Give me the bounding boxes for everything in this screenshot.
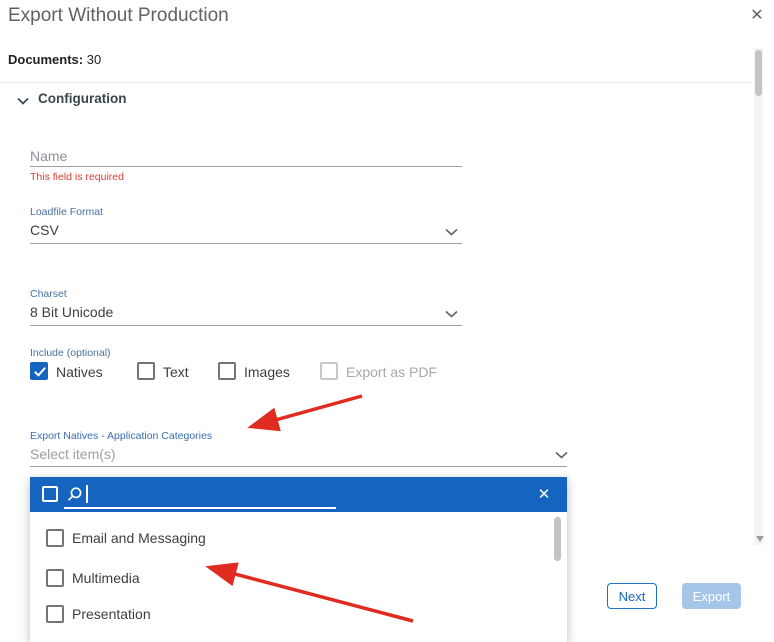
name-field-error: This field is required <box>30 171 124 183</box>
charset-underline <box>30 325 462 326</box>
close-icon[interactable]: ✕ <box>746 4 768 26</box>
dropdown-chevron-icon[interactable] <box>445 228 458 236</box>
multimedia-checkbox[interactable] <box>46 569 64 587</box>
dropdown-search-input[interactable] <box>64 481 336 509</box>
export-natives-categories-label: Export Natives - Application Categories <box>30 430 213 442</box>
export-natives-underline <box>30 466 567 467</box>
main-scrollbar-thumb[interactable] <box>755 50 762 96</box>
list-item-label: Presentation <box>72 606 151 622</box>
export-as-pdf-checkbox <box>320 362 338 380</box>
dropdown-close-icon[interactable]: ✕ <box>534 484 554 504</box>
presentation-checkbox[interactable] <box>46 605 64 623</box>
section-divider <box>0 82 752 83</box>
chevron-down-icon[interactable] <box>17 97 29 105</box>
dropdown-search-header: ✕ <box>30 477 567 512</box>
name-field[interactable]: Name <box>30 148 67 164</box>
select-all-checkbox[interactable] <box>42 486 58 502</box>
loadfile-format-select[interactable]: CSV <box>30 222 59 238</box>
loadfile-format-label: Loadfile Format <box>30 206 103 218</box>
natives-checkbox-label[interactable]: Natives <box>56 364 103 380</box>
dropdown-chevron-icon[interactable] <box>445 310 458 318</box>
scroll-down-arrow-icon[interactable] <box>756 536 764 542</box>
main-scrollbar-track[interactable] <box>754 48 763 545</box>
name-field-underline <box>30 166 462 167</box>
list-item-label: Email and Messaging <box>72 530 206 546</box>
text-checkbox[interactable] <box>137 362 155 380</box>
text-checkbox-label[interactable]: Text <box>163 364 189 380</box>
list-item-email-and-messaging[interactable]: Email and Messaging <box>30 529 540 559</box>
email-and-messaging-checkbox[interactable] <box>46 529 64 547</box>
charset-select[interactable]: 8 Bit Unicode <box>30 304 113 320</box>
dropdown-chevron-icon[interactable] <box>555 451 568 459</box>
configuration-section-label: Configuration <box>38 91 127 106</box>
documents-count: 30 <box>86 52 102 67</box>
loadfile-format-underline <box>30 243 462 244</box>
natives-checkbox[interactable] <box>30 362 48 380</box>
export-natives-categories-select[interactable]: Select item(s) <box>30 446 116 462</box>
export-dialog: Export Without Production ✕ Documents: 3… <box>0 0 774 642</box>
charset-label: Charset <box>30 288 67 300</box>
images-checkbox[interactable] <box>218 362 236 380</box>
documents-count-row: Documents: 30 <box>8 52 101 67</box>
list-item-label: Multimedia <box>72 570 140 586</box>
annotation-arrow-1 <box>247 394 363 432</box>
images-checkbox-label[interactable]: Images <box>244 364 290 380</box>
documents-label: Documents: <box>8 52 84 67</box>
dialog-title: Export Without Production <box>8 5 229 26</box>
list-item-presentation[interactable]: Presentation <box>30 605 540 635</box>
list-item-multimedia[interactable]: Multimedia <box>30 569 540 599</box>
include-label: Include (optional) <box>30 347 111 359</box>
categories-dropdown-panel: ✕ Email and Messaging Multimedia Present… <box>30 477 567 642</box>
export-button: Export <box>682 583 741 609</box>
dropdown-scrollbar-thumb[interactable] <box>554 517 561 561</box>
export-as-pdf-checkbox-label: Export as PDF <box>346 364 438 380</box>
next-button[interactable]: Next <box>607 583 657 609</box>
